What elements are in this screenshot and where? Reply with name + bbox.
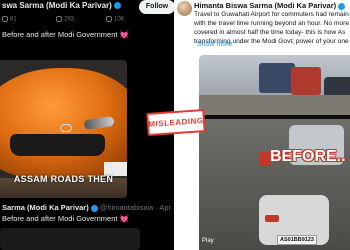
reply-count[interactable]: 81: [2, 16, 17, 23]
left-author-name[interactable]: swa Sarma (Modi Ka Parivar): [2, 1, 121, 10]
left-handle[interactable]: @himantabiswa · Apr 25: [100, 203, 175, 212]
right-media-caption: BEFORE..: [270, 148, 346, 165]
repost-count[interactable]: 293: [56, 16, 74, 23]
right-tweet-line: covered in almost half the time today- t…: [194, 29, 346, 36]
left-author-name-repeat[interactable]: Sarma (Modi Ka Parivar): [2, 203, 89, 212]
left-tweet-text-repeat: Before and after Modi Government 💓: [2, 214, 129, 223]
car-grille: [10, 134, 105, 156]
left-tweet-text-repeat-content: Before and after Modi Government: [2, 214, 118, 223]
like-count[interactable]: 10K: [106, 16, 125, 23]
left-media-caption: ASSAM ROADS THEN: [13, 174, 114, 184]
show-more-link[interactable]: Show more: [197, 41, 232, 48]
left-tweet-media[interactable]: ASSAM ROADS THEN: [0, 60, 127, 198]
reply-icon: [2, 16, 8, 22]
heart-emoji-icon: 💓: [119, 214, 129, 223]
misleading-stamp: MISLEADING: [146, 109, 206, 136]
left-media-strip[interactable]: [0, 228, 140, 250]
tweet-metrics: 81 293 10K: [2, 16, 172, 26]
truck-image: [259, 63, 295, 93]
right-author-name[interactable]: Himanta Biswa Sarma (Modi Ka Parivar): [194, 1, 346, 10]
verified-badge-icon: [338, 2, 346, 10]
left-author-line[interactable]: Sarma (Modi Ka Parivar) @himantabiswa · A…: [2, 203, 175, 212]
bus-image: [291, 67, 321, 95]
left-author-name-text[interactable]: swa Sarma (Modi Ka Parivar): [2, 1, 112, 10]
right-tweet-line: Travel to Guwahati Airport for commuters…: [194, 11, 349, 18]
verified-badge-icon: [90, 204, 98, 212]
right-author-name-text[interactable]: Himanta Biswa Sarma (Modi Ka Parivar): [194, 1, 336, 10]
misleading-stamp-text: MISLEADING: [148, 116, 204, 129]
play-button[interactable]: Play: [202, 238, 214, 244]
car-tail-light: [265, 215, 279, 222]
like-icon: [106, 16, 112, 22]
left-tweet-text: Before and after Modi Government 💓: [2, 30, 129, 39]
avatar[interactable]: [177, 1, 192, 16]
heart-emoji-icon: 💓: [119, 30, 129, 39]
follow-button[interactable]: Follow: [139, 0, 175, 14]
number-plate: AS01BB9123: [277, 235, 317, 245]
repost-icon: [56, 16, 62, 22]
left-tweet-text-content: Before and after Modi Government: [2, 30, 118, 39]
road-image: [199, 95, 350, 115]
verified-badge-icon: [113, 2, 121, 10]
right-tweet-line: with the travel time running beyond an h…: [194, 20, 350, 27]
car-logo: [60, 124, 72, 132]
